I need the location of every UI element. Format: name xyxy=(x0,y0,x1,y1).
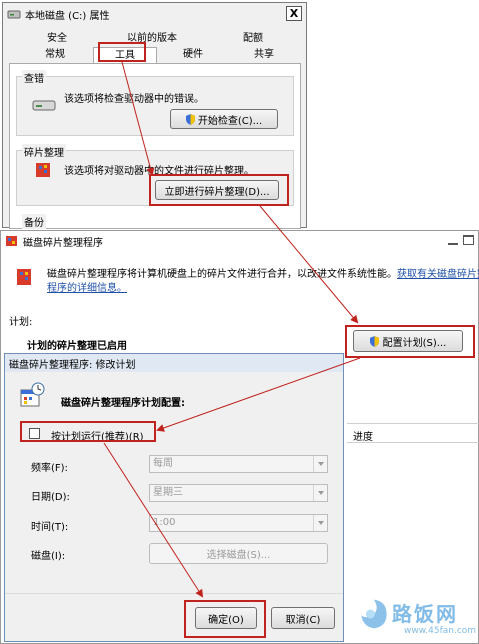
modify-titlebar: 磁盘碎片整理程序: 修改计划 xyxy=(5,354,343,372)
properties-titlebar: 本地磁盘 (C:) 属性 xyxy=(3,3,306,25)
calendar-clock-icon xyxy=(20,382,45,407)
day-value: 星期三 xyxy=(153,487,183,498)
modify-title: 磁盘碎片整理程序: 修改计划 xyxy=(9,359,136,371)
defrag-app-icon xyxy=(6,236,17,246)
minimize-button[interactable] xyxy=(448,235,458,245)
defrag-info-link-2[interactable]: 程序的详细信息。 xyxy=(47,279,127,294)
frequency-select[interactable]: 每周 xyxy=(149,455,328,473)
hard-disk-icon xyxy=(32,100,56,111)
time-select[interactable]: 1:00 xyxy=(149,514,328,532)
defrag-intro: 磁盘碎片整理程序将计算机硬盘上的碎片文件进行合并，以改进文件系统性能。获取有关磁… xyxy=(47,265,479,280)
time-label: 时间(T): xyxy=(31,522,69,533)
maximize-button[interactable] xyxy=(463,235,474,245)
drive-icon xyxy=(7,10,21,19)
properties-title: 本地磁盘 (C:) 属性 xyxy=(25,10,110,22)
chevron-down-icon xyxy=(313,515,327,531)
tab-quota[interactable]: 配额 xyxy=(207,31,299,47)
highlight-tools-tab xyxy=(98,42,146,62)
tab-hardware[interactable]: 硬件 xyxy=(157,47,229,63)
watermark-url: www.45fan.com xyxy=(404,626,477,636)
chevron-down-icon xyxy=(313,456,327,472)
frequency-value: 每周 xyxy=(153,458,173,469)
defrag-titlebar: 磁盘碎片整理程序 xyxy=(1,231,478,251)
defrag-label: 碎片整理 xyxy=(22,144,66,159)
defrag-title: 磁盘碎片整理程序 xyxy=(23,237,103,249)
frequency-label: 频率(F): xyxy=(31,463,68,474)
defrag-info-link[interactable]: 获取有关磁盘碎片整理 xyxy=(397,269,479,280)
shield-icon xyxy=(185,113,195,125)
defrag-icon xyxy=(36,163,50,177)
day-select[interactable]: 星期三 xyxy=(149,484,328,502)
progress-column xyxy=(347,423,479,443)
modify-schedule-dialog: 磁盘碎片整理程序: 修改计划 磁盘碎片整理程序计划配置: 按计划运行(推荐)(R… xyxy=(4,353,344,642)
highlight-configure xyxy=(345,325,475,358)
tab-security[interactable]: 安全 xyxy=(17,31,97,47)
watermark-logo-icon xyxy=(361,599,387,629)
disk-label: 磁盘(I): xyxy=(31,551,66,562)
error-check-label: 查错 xyxy=(22,70,46,85)
start-check-button[interactable]: 开始检查(C)... xyxy=(170,109,278,129)
highlight-run-on-schedule xyxy=(20,421,156,442)
tab-general[interactable]: 常规 xyxy=(17,47,93,63)
start-check-label: 开始检查(C)... xyxy=(197,115,263,127)
time-value: 1:00 xyxy=(153,517,176,528)
cancel-button[interactable]: 取消(C) xyxy=(271,607,335,629)
highlight-defrag-now xyxy=(149,174,289,206)
day-label: 日期(D): xyxy=(31,492,70,503)
modify-heading: 磁盘碎片整理程序计划配置: xyxy=(61,398,185,409)
tab-row-bottom: 常规 工具 硬件 共享 xyxy=(17,47,299,63)
schedule-status: 计划的碎片整理已启用 xyxy=(27,341,127,352)
close-button[interactable]: X xyxy=(286,6,302,21)
tab-sharing[interactable]: 共享 xyxy=(229,47,299,63)
highlight-ok xyxy=(184,600,266,638)
tab-row-top: 安全 以前的版本 配额 xyxy=(17,31,299,47)
chevron-down-icon xyxy=(313,485,327,501)
defrag-large-icon xyxy=(17,269,31,285)
select-disks-button[interactable]: 选择磁盘(S)... xyxy=(149,543,328,564)
schedule-label: 计划: xyxy=(9,317,33,328)
watermark-name: 路饭网 xyxy=(392,602,458,626)
backup-label: 备份 xyxy=(22,214,46,229)
error-check-description: 该选项将检查驱动器中的错误。 xyxy=(64,94,204,105)
